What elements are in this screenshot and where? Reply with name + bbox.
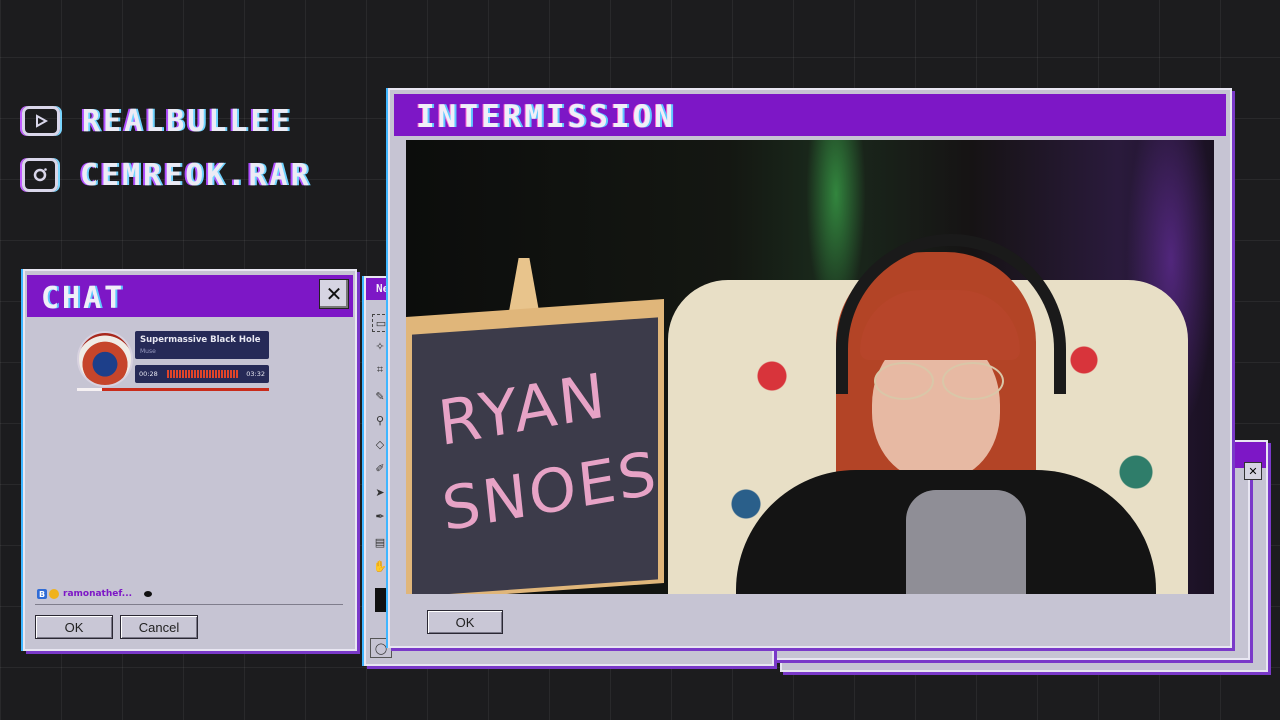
color-swatch[interactable] xyxy=(375,588,387,612)
brush-icon[interactable]: ✐ xyxy=(372,460,388,476)
chat-title: CHAT xyxy=(41,281,126,316)
playback-bar: 00:28 03:32 xyxy=(135,365,269,383)
chat-divider xyxy=(35,604,343,605)
badge-icon: B xyxy=(37,589,47,599)
sign-text-line1: RYAN xyxy=(434,358,611,461)
lasso-icon[interactable]: ✧ xyxy=(372,338,388,354)
eraser-icon[interactable]: ◇ xyxy=(372,436,388,452)
now-playing-card: Supermassive Black Hole Muse xyxy=(135,331,269,359)
intermission-ok-button[interactable]: OK xyxy=(427,610,503,634)
chat-ok-button[interactable]: OK xyxy=(35,615,113,639)
person-shirt-front xyxy=(906,490,1026,594)
album-art xyxy=(77,331,133,387)
social-youtube: REALBULLEE xyxy=(22,103,293,139)
waveform xyxy=(167,370,239,378)
chat-cancel-button[interactable]: Cancel xyxy=(120,615,198,639)
song-progress-fill xyxy=(77,388,102,391)
webcam-feed: RYAN SNOES xyxy=(406,140,1214,594)
intermission-title: INTERMISSION xyxy=(416,99,676,135)
close-icon: ✕ xyxy=(325,282,343,306)
duration-time: 03:32 xyxy=(246,370,265,378)
social-instagram: CEMREOK.RAR xyxy=(22,157,312,193)
song-title: Supermassive Black Hole xyxy=(140,335,261,345)
hand-icon[interactable]: ✋ xyxy=(372,558,388,574)
song-progress-track xyxy=(77,388,269,391)
intermission-ok-label: OK xyxy=(455,614,475,630)
elapsed-time: 00:28 xyxy=(139,370,158,378)
chat-close-button[interactable]: ✕ xyxy=(319,279,349,309)
artist-name: Muse xyxy=(140,348,156,355)
instagram-handle: CEMREOK.RAR xyxy=(80,157,312,193)
intermission-titlebar: INTERMISSION xyxy=(394,94,1226,136)
youtube-icon xyxy=(22,106,60,136)
chat-cancel-label: Cancel xyxy=(138,619,180,635)
pointer-icon[interactable]: ➤ xyxy=(372,484,388,500)
chalkboard: RYAN SNOES xyxy=(412,317,661,594)
youtube-handle: REALBULLEE xyxy=(82,103,293,139)
chat-ok-label: OK xyxy=(64,619,84,635)
crop-icon[interactable]: ⌗ xyxy=(372,362,388,378)
person-glasses xyxy=(874,362,1004,400)
text-tool-icon[interactable]: ▤ xyxy=(372,534,388,550)
ghost-close-icon[interactable]: ✕ xyxy=(1244,462,1262,480)
emote-icon xyxy=(144,591,153,597)
chat-window: CHAT ✕ Supermassive Black Hole Muse 00:2… xyxy=(23,269,357,651)
badge-icon xyxy=(49,589,59,599)
pen-icon[interactable]: ✒ xyxy=(372,508,388,524)
stamp-icon[interactable]: ⚲ xyxy=(372,412,388,428)
chat-username: ramonathef... xyxy=(63,589,133,599)
intermission-window: INTERMISSION RYAN SNOES OK xyxy=(388,88,1232,648)
chat-message: B ramonathef... xyxy=(37,589,153,599)
pencil-icon[interactable]: ✎ xyxy=(372,388,388,404)
chat-titlebar: CHAT xyxy=(27,275,353,317)
instagram-icon xyxy=(22,158,58,192)
